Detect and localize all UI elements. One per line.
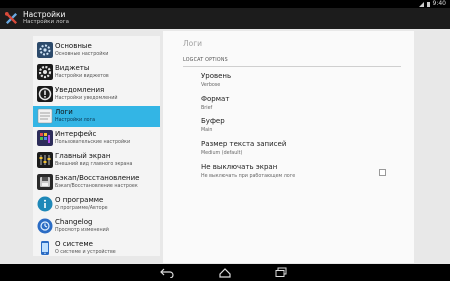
widget-gear-icon — [37, 64, 53, 80]
pref-summary: Verbose — [201, 83, 221, 88]
navigation-bar — [0, 264, 450, 281]
sidebar-item-subtitle: Настройки уведомлений — [55, 96, 118, 101]
sidebar-item-title: Виджеты — [55, 64, 90, 72]
pref-level[interactable]: Уровень Verbose — [201, 72, 401, 92]
pref-summary: Brief — [201, 106, 213, 111]
sidebar-item-title: О системе — [55, 240, 93, 248]
home-icon[interactable] — [218, 267, 232, 278]
sidebar-item-title: Интерфейс — [55, 130, 97, 138]
sidebar-item-notifications[interactable]: Уведомления Настройки уведомлений — [33, 84, 160, 105]
phone-icon — [41, 241, 49, 255]
palette-icon — [37, 130, 53, 146]
pref-text-size[interactable]: Размер текста записей Medium (default) — [201, 140, 401, 160]
recents-icon[interactable] — [274, 267, 288, 278]
pref-title: Уровень — [201, 72, 232, 80]
equalizer-icon — [37, 152, 53, 168]
sidebar-item-subtitle: Просмотр изменений — [55, 228, 109, 233]
status-time: 9:40 — [432, 0, 446, 7]
backup-icon — [37, 174, 53, 190]
tools-icon[interactable] — [4, 11, 19, 26]
section-header: LOGCAT OPTIONS — [183, 58, 228, 63]
pref-format[interactable]: Формат Brief — [201, 95, 401, 115]
sidebar-item-title: Основные — [55, 42, 92, 50]
gear-icon — [37, 42, 53, 58]
sidebar-item-logs[interactable]: Логи Настройки лога — [33, 106, 160, 127]
sidebar-item-subtitle: Бэкап/Восстановление настроек — [55, 184, 138, 189]
sidebar-item-home-screen[interactable]: Главный экран Внешний вид главного экран… — [33, 150, 160, 171]
changelog-icon — [37, 218, 53, 234]
sidebar-item-title: Changelog — [55, 218, 93, 226]
keep-screen-on-checkbox[interactable] — [379, 169, 386, 176]
app-subtitle: Настройки лога — [23, 19, 69, 25]
battery-icon — [426, 1, 430, 7]
sidebar-item-title: Логи — [55, 108, 73, 116]
info-icon — [37, 196, 53, 212]
pref-title: Размер текста записей — [201, 140, 287, 148]
status-right: 9:40 — [418, 0, 446, 8]
pref-title: Формат — [201, 95, 230, 103]
pref-summary: Не выключать при работающем логе — [201, 174, 296, 179]
sidebar-item-subtitle: Внешний вид главного экрана — [55, 162, 133, 167]
pref-summary: Medium (default) — [201, 151, 243, 156]
sidebar-item-general[interactable]: Основные Основные настройки — [33, 40, 160, 61]
notification-icon — [37, 86, 53, 102]
sidebar-item-about[interactable]: О программе О программе/Авторе — [33, 194, 160, 215]
action-bar: Настройки Настройки лога — [0, 8, 450, 29]
sidebar-item-widgets[interactable]: Виджеты Настройки виджетов — [33, 62, 160, 83]
sidebar-item-subtitle: О программе/Авторе — [55, 206, 108, 211]
pref-title: Не выключать экран — [201, 163, 278, 171]
sidebar-item-subtitle: Настройки виджетов — [55, 74, 109, 79]
sidebar-item-subtitle: Пользовательские настройки — [55, 140, 131, 145]
page-title: Логи — [183, 39, 203, 48]
sidebar-item-backup[interactable]: Бэкап/Восстановление Бэкап/Восстановлени… — [33, 172, 160, 193]
pref-title: Буфер — [201, 117, 225, 125]
sidebar-item-title: О программе — [55, 196, 104, 204]
sidebar-item-title: Бэкап/Восстановление — [55, 174, 140, 182]
signal-icon — [418, 1, 424, 7]
sidebar-item-interface[interactable]: Интерфейс Пользовательские настройки — [33, 128, 160, 149]
sidebar-item-system[interactable]: О системе О системе и устройстве — [33, 238, 160, 256]
sidebar-item-title: Главный экран — [55, 152, 111, 160]
settings-sidebar: Основные Основные настройки Виджеты Наст… — [33, 36, 160, 256]
sidebar-item-subtitle: О системе и устройстве — [55, 250, 116, 255]
section-divider — [183, 66, 401, 67]
pref-buffer[interactable]: Буфер Main — [201, 117, 401, 137]
back-icon[interactable] — [160, 267, 174, 278]
sidebar-item-subtitle: Настройки лога — [55, 118, 96, 123]
notepad-icon — [37, 108, 53, 124]
sidebar-item-changelog[interactable]: Changelog Просмотр изменений — [33, 216, 160, 237]
sidebar-item-title: Уведомления — [55, 86, 105, 94]
sidebar-item-subtitle: Основные настройки — [55, 52, 109, 57]
pref-keep-screen-on[interactable]: Не выключать экран Не выключать при рабо… — [201, 163, 401, 183]
log-settings-panel: Логи LOGCAT OPTIONS Уровень Verbose Форм… — [163, 31, 414, 263]
status-bar: 9:40 — [0, 0, 450, 8]
pref-summary: Main — [201, 128, 213, 133]
